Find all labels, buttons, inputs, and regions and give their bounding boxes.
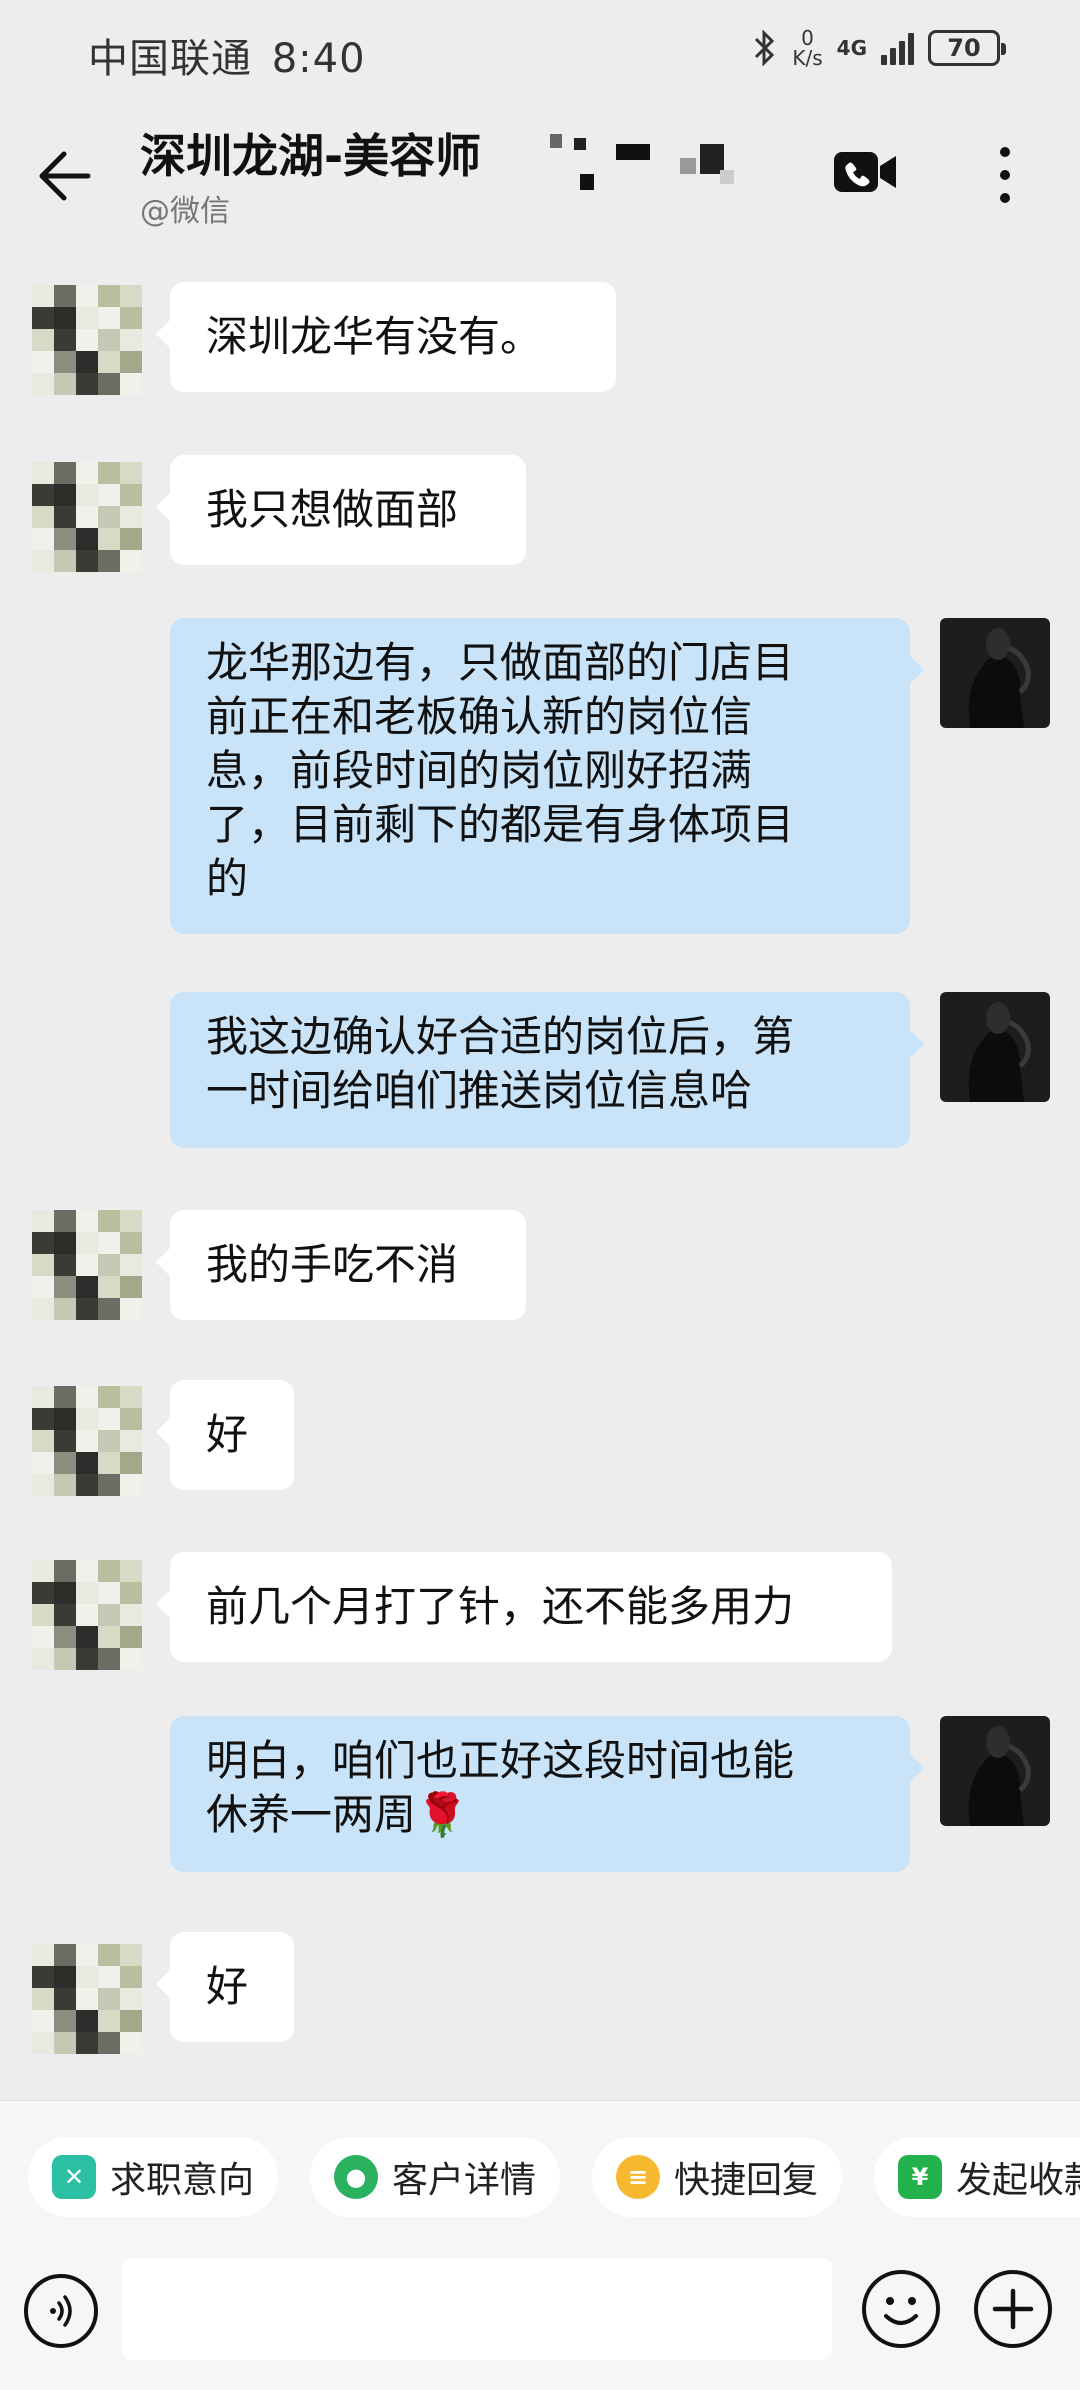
message-text: 我这边确认好合适的岗位后，第 一时间给咱们推送岗位信息哈 — [206, 1010, 794, 1118]
back-arrow-icon[interactable] — [34, 146, 94, 206]
rose-emoji-icon: 🌹 — [416, 1790, 469, 1839]
avatar-mosaic — [32, 1944, 142, 2054]
clock: 8:40 — [271, 36, 366, 82]
message-text: 龙华那边有，只做面部的门店目 前正在和老板确认新的岗位信 息，前段时间的岗位刚好… — [206, 636, 794, 906]
incoming-bubble[interactable]: 深圳龙华有没有。 — [156, 282, 616, 392]
message-text: 明白，咱们也正好这段时间也能 休养一两周🌹 — [206, 1734, 794, 1842]
avatar-photo — [940, 992, 1050, 1102]
signal-icon — [881, 31, 914, 65]
network-type: 4G — [836, 36, 867, 60]
contact-avatar[interactable] — [32, 285, 142, 395]
emoji-button[interactable] — [862, 2270, 940, 2348]
quick-action-customer-detail[interactable]: ● 客户详情 — [310, 2137, 561, 2217]
message-line: 的 — [206, 854, 249, 903]
message-line-text: 休养一两周 — [206, 1790, 417, 1839]
self-avatar[interactable] — [940, 992, 1050, 1102]
quick-action-job-intent[interactable]: ✕ 求职意向 — [28, 2137, 279, 2217]
message-text: 前几个月打了针，还不能多用力 — [206, 1582, 795, 1631]
avatar-photo — [940, 1716, 1050, 1826]
voice-input-button[interactable] — [24, 2274, 98, 2348]
input-bar — [0, 2250, 1080, 2390]
pixelated-name-mosaic — [550, 134, 734, 190]
incoming-bubble[interactable]: 好 — [156, 1932, 294, 2042]
message-input[interactable] — [122, 2258, 832, 2360]
message-line: 息，前段时间的岗位刚好招满 — [206, 746, 753, 795]
avatar-mosaic — [32, 462, 142, 572]
more-options-icon[interactable] — [985, 140, 1025, 210]
contact-avatar[interactable] — [32, 462, 142, 572]
quick-action-quick-reply[interactable]: ≡ 快捷回复 — [592, 2137, 843, 2217]
avatar-mosaic — [32, 1386, 142, 1496]
outgoing-bubble[interactable]: 我这边确认好合适的岗位后，第 一时间给咱们推送岗位信息哈 — [170, 992, 924, 1148]
self-avatar[interactable] — [940, 1716, 1050, 1826]
carrier-time: 中国联通 8:40 — [88, 26, 366, 84]
speed-unit: K/s — [792, 46, 823, 70]
plus-icon — [992, 2288, 1034, 2330]
avatar-photo — [940, 618, 1050, 728]
contact-avatar[interactable] — [32, 1944, 142, 2054]
quick-reply-icon: ≡ — [616, 2155, 660, 2199]
chip-label: 求职意向 — [110, 2160, 255, 2201]
contact-avatar[interactable] — [32, 1560, 142, 1670]
message-line: 龙华那边有，只做面部的门店目 — [206, 638, 795, 687]
message-line: 明白，咱们也正好这段时间也能 — [206, 1736, 795, 1785]
avatar-mosaic — [32, 1210, 142, 1320]
chip-label: 发起收款 — [956, 2160, 1080, 2201]
message-text: 好 — [206, 1962, 249, 2011]
contact-avatar[interactable] — [32, 1210, 142, 1320]
status-bar: 中国联通 8:40 0 K/s 4G 70 — [0, 0, 1080, 100]
message-line: 了，目前剩下的都是有身体项目 — [206, 800, 795, 849]
quick-action-payment[interactable]: ¥ 发起收款 — [874, 2137, 1080, 2217]
network-speed: 0 K/s — [792, 28, 822, 68]
incoming-bubble[interactable]: 我只想做面部 — [156, 455, 526, 565]
chat-header: 深圳龙湖-美容师 @微信 — [0, 100, 1080, 250]
chat-title: 深圳龙湖-美容师 — [140, 129, 482, 183]
video-call-icon[interactable] — [830, 142, 900, 202]
avatar-mosaic — [32, 1560, 142, 1670]
smiley-icon — [884, 2297, 918, 2325]
incoming-bubble[interactable]: 我的手吃不消 — [156, 1210, 526, 1320]
more-functions-button[interactable] — [974, 2270, 1052, 2348]
avatar-mosaic — [32, 285, 142, 395]
payment-icon: ¥ — [898, 2155, 942, 2199]
message-line: 我这边确认好合适的岗位后，第 — [206, 1012, 795, 1061]
message-text: 我的手吃不消 — [206, 1240, 459, 1289]
battery-level: 70 — [947, 34, 981, 62]
chip-label: 客户详情 — [392, 2160, 537, 2201]
chat-subtitle: @微信 — [140, 194, 230, 229]
message-line: 一时间给咱们推送岗位信息哈 — [206, 1066, 753, 1115]
quick-action-bar[interactable]: ✕ 求职意向 ● 客户详情 ≡ 快捷回复 ¥ 发起收款 — [0, 2100, 1080, 2250]
message-text: 我只想做面部 — [206, 485, 459, 534]
carrier-name: 中国联通 — [88, 36, 252, 82]
self-avatar[interactable] — [940, 618, 1050, 728]
contact-avatar[interactable] — [32, 1386, 142, 1496]
message-line: 休养一两周🌹 — [206, 1788, 794, 1842]
customer-detail-icon: ● — [334, 2155, 378, 2199]
voice-icon — [50, 2295, 72, 2327]
message-line: 前正在和老板确认新的岗位信 — [206, 692, 753, 741]
job-intent-icon: ✕ — [52, 2155, 96, 2199]
message-text: 深圳龙华有没有。 — [206, 312, 543, 361]
outgoing-bubble[interactable]: 明白，咱们也正好这段时间也能 休养一两周🌹 — [170, 1716, 924, 1872]
battery-icon: 70 — [928, 30, 1006, 66]
message-text: 好 — [206, 1410, 249, 1459]
outgoing-bubble[interactable]: 龙华那边有，只做面部的门店目 前正在和老板确认新的岗位信 息，前段时间的岗位刚好… — [170, 618, 924, 934]
status-icons: 0 K/s 4G 70 — [752, 28, 1006, 68]
chip-label: 快捷回复 — [674, 2160, 819, 2201]
speed-value: 0 — [801, 26, 814, 50]
bluetooth-icon — [752, 30, 778, 66]
incoming-bubble[interactable]: 好 — [156, 1380, 294, 1490]
incoming-bubble[interactable]: 前几个月打了针，还不能多用力 — [156, 1552, 892, 1662]
